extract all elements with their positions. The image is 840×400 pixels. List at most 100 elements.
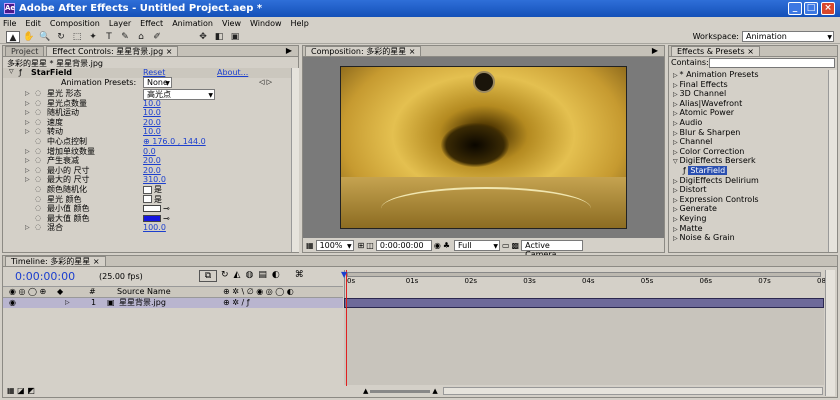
effects-list-item[interactable]: ▷ Blur & Sharpen	[669, 128, 827, 138]
effect-property-row[interactable]: ◌ 最小值 颜色 ⊸	[3, 204, 293, 214]
resolution-select[interactable]: Full ▼	[453, 240, 500, 251]
expand-triangle-icon[interactable]: ▷	[25, 89, 30, 98]
hand-tool-icon[interactable]: ✋	[22, 31, 36, 43]
workspace-select[interactable]: Animation ▼	[742, 31, 834, 42]
minimize-button[interactable]: _	[788, 2, 802, 15]
effect-property-row[interactable]: ▷ ◌ 增加单纹数量 0.0	[3, 147, 293, 157]
crosshair-icon[interactable]: ⊕	[143, 137, 152, 146]
expand-triangle-icon[interactable]: ▷	[65, 298, 70, 307]
property-value[interactable]: 10.0	[143, 127, 161, 136]
brainstorm-icon[interactable]: ⌘	[295, 270, 304, 282]
effects-list-item[interactable]: ▷ Expression Controls	[669, 195, 827, 205]
brush-tool-icon[interactable]: ✎	[118, 31, 132, 43]
effect-property-row[interactable]: ▷ ◌ 速度 20.0	[3, 118, 293, 128]
eyedropper-icon[interactable]: ⊸	[163, 204, 170, 213]
property-value[interactable]: 20.0	[143, 156, 161, 165]
tab-composition[interactable]: Composition: 多彩的星星 ×	[305, 46, 422, 56]
effects-list-item[interactable]: ▷ Keying	[669, 214, 827, 224]
stopwatch-icon[interactable]: ◌	[35, 214, 41, 223]
effects-list-item[interactable]: ▷ Alias|Wavefront	[669, 99, 827, 109]
color-chip[interactable]	[143, 214, 161, 222]
effect-property-row[interactable]: ▷ ◌ 产生衰减 20.0	[3, 156, 293, 166]
camera-view-select[interactable]: Active Camera	[521, 240, 584, 259]
stopwatch-icon[interactable]: ◌	[35, 166, 41, 175]
menu-file[interactable]: File	[3, 19, 16, 28]
close-icon[interactable]: ×	[166, 47, 173, 56]
tab-project[interactable]: Project	[5, 46, 45, 56]
property-value[interactable]: 10.0	[143, 99, 161, 108]
effects-list-item[interactable]: ▷ Atomic Power	[669, 108, 827, 118]
live-update-icon[interactable]: ↻	[221, 270, 229, 282]
effect-property-row[interactable]: ▷ ◌ 转动 10.0	[3, 127, 293, 137]
zoom-tool-icon[interactable]: 🔍	[38, 31, 52, 43]
shy-layers-icon[interactable]: ◐	[272, 270, 280, 282]
world-axis-icon[interactable]: ◧	[212, 31, 226, 43]
panel-menu-icon[interactable]: ▶	[652, 46, 658, 55]
property-value[interactable]: 100.0	[143, 223, 166, 232]
menu-animation[interactable]: Animation	[172, 19, 213, 28]
menu-window[interactable]: Window	[250, 19, 282, 28]
stopwatch-icon[interactable]: ◌	[35, 195, 41, 204]
region-of-interest-icon[interactable]: ▭	[502, 241, 510, 250]
stopwatch-icon[interactable]: ◌	[35, 118, 41, 127]
grid-icon[interactable]: ▦	[306, 241, 314, 250]
effect-controls-scrollbar[interactable]	[291, 68, 299, 252]
tab-effects-presets[interactable]: Effects & Presets ×	[671, 46, 760, 56]
zoom-slider-track[interactable]	[370, 389, 431, 393]
stopwatch-icon[interactable]: ◌	[35, 89, 41, 98]
effect-property-row[interactable]: ◌ 中心点控制 ⊕ 176.0 , 144.0	[3, 137, 293, 147]
effects-list-item[interactable]: ▷ Distort	[669, 185, 827, 195]
checkbox-box[interactable]	[143, 195, 152, 204]
effects-scrollbar[interactable]	[828, 70, 837, 252]
pen-tool-icon[interactable]: ✦	[86, 31, 100, 43]
contains-search-input[interactable]	[709, 58, 835, 68]
expand-triangle-icon[interactable]: ▷	[25, 99, 30, 108]
expand-triangle-icon[interactable]: ▷	[25, 166, 30, 175]
effect-property-row[interactable]: ▷ ◌ 星光 形态 高光点 ▼	[3, 89, 293, 100]
zoom-slider[interactable]: ▲ ▲	[363, 387, 443, 395]
effects-list-item[interactable]: ▷ Matte	[669, 224, 827, 234]
timeline-v-scrollbar[interactable]	[825, 270, 835, 396]
property-checkbox[interactable]: 是	[143, 195, 162, 204]
eye-icon[interactable]: ◉	[9, 298, 16, 307]
effect-property-row[interactable]: ◌ 颜色随机化 是	[3, 185, 293, 195]
property-value[interactable]: 20.0	[143, 118, 161, 127]
show-channel-icon[interactable]: ♣	[443, 241, 450, 250]
layer-duration-bar[interactable]	[344, 298, 824, 308]
eyedropper-icon[interactable]: ⊸	[163, 214, 170, 223]
stopwatch-icon[interactable]: ◌	[35, 156, 41, 165]
effects-list-item[interactable]: ▷ Noise & Grain	[669, 233, 827, 243]
close-icon[interactable]: ×	[409, 47, 416, 56]
effect-property-row[interactable]: ◌ 最大值 颜色 ⊸	[3, 214, 293, 224]
time-ruler[interactable]: 0s 01s 02s 03s 04s 05s 06s 07s 08s	[344, 270, 830, 298]
checkbox-box[interactable]	[143, 185, 152, 194]
expand-triangle-icon[interactable]: ▷	[25, 127, 30, 136]
draft-3d-icon[interactable]: ◭	[234, 270, 241, 282]
rectangle-mask-tool-icon[interactable]: ⬚	[70, 31, 84, 43]
effect-property-row[interactable]: ▷ ◌ 混合 100.0	[3, 223, 293, 233]
tab-timeline[interactable]: Timeline: 多彩的星星 ×	[5, 256, 106, 266]
menu-help[interactable]: Help	[291, 19, 309, 28]
playhead-line[interactable]	[346, 270, 347, 386]
view-axis-icon[interactable]: ▣	[228, 31, 242, 43]
axis-mode-icon[interactable]: ✥	[196, 31, 210, 43]
menu-effect[interactable]: Effect	[140, 19, 163, 28]
effect-property-row[interactable]: ▷ ◌ 最大的 尺寸 310.0	[3, 175, 293, 185]
av-switches-icon[interactable]: ◉ ◎ ◯ ⊕	[9, 287, 46, 296]
expand-triangle-icon[interactable]: ▷	[25, 147, 30, 156]
effects-list-item[interactable]: ▷ DigiEffects Delirium	[669, 176, 827, 186]
stopwatch-icon[interactable]: ◌	[35, 175, 41, 184]
stopwatch-icon[interactable]: ◌	[35, 147, 41, 156]
effects-list-item[interactable]: ƒ StarField	[669, 166, 827, 176]
stopwatch-icon[interactable]: ◌	[35, 99, 41, 108]
column-source-name[interactable]: Source Name	[117, 287, 171, 296]
fx-icon[interactable]: ƒ	[19, 68, 22, 77]
zoom-out-icon[interactable]: ▲	[363, 387, 368, 395]
effects-list-item[interactable]: ▷ Color Correction	[669, 147, 827, 157]
presets-select[interactable]: None ▼	[143, 77, 172, 88]
playhead-handle-icon[interactable]: ▼	[341, 270, 347, 279]
layer-switches-icon[interactable]: ⊕ ✲ / ƒ	[223, 298, 250, 307]
effects-list-item[interactable]: ▷ 3D Channel	[669, 89, 827, 99]
snapshot-icon[interactable]: ◉	[434, 241, 441, 250]
expand-triangle-icon[interactable]: ▷	[25, 108, 30, 117]
